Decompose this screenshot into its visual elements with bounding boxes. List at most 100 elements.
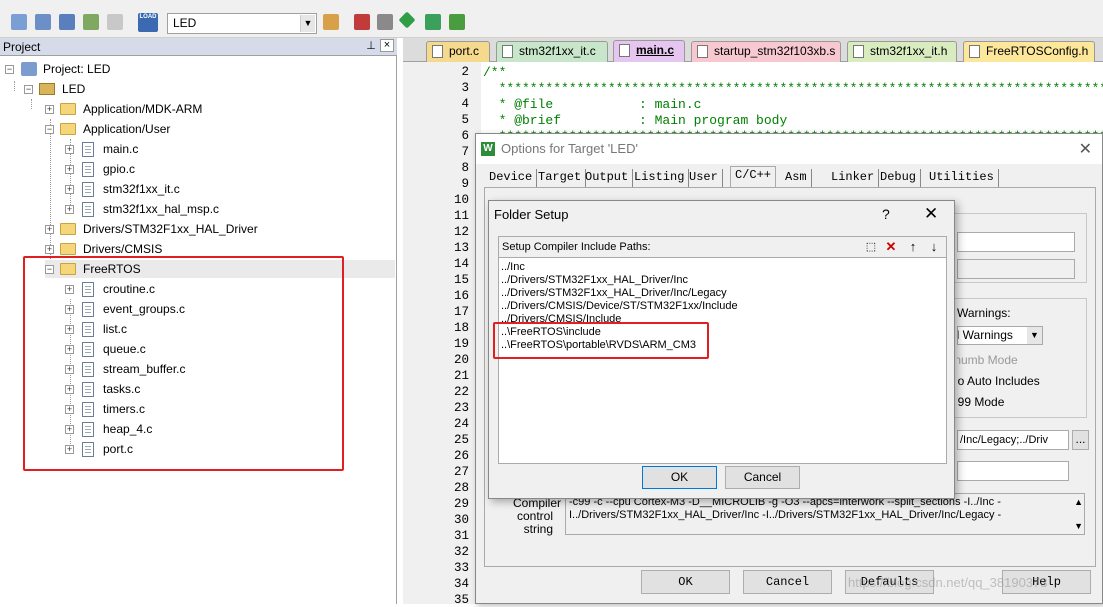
expand-icon[interactable]: + [45, 245, 54, 254]
tab-linker[interactable]: Linker [827, 169, 880, 187]
undefine-field[interactable] [957, 259, 1075, 279]
tab-user[interactable]: User [685, 169, 723, 187]
tab-listing[interactable]: Listing [630, 169, 690, 187]
rebuild-icon[interactable] [59, 14, 75, 30]
expand-icon[interactable]: + [65, 205, 74, 214]
expand-icon[interactable]: + [65, 165, 74, 174]
delete-icon[interactable]: ✕ [882, 239, 900, 256]
line-number: 24 [453, 417, 469, 431]
expand-icon[interactable]: + [45, 225, 54, 234]
code-line: * @brief : Main program body [483, 113, 788, 128]
tab-utilities[interactable]: Utilities [925, 169, 999, 187]
define-field[interactable] [957, 232, 1075, 252]
manage-components-icon[interactable] [354, 14, 370, 30]
collapse-icon[interactable]: − [45, 125, 54, 134]
include-path-item[interactable]: ../Drivers/STM32F1xx_HAL_Driver/Inc [501, 274, 688, 287]
scroll-up-icon[interactable]: ▲ [1074, 496, 1083, 509]
component-view-icon[interactable] [449, 14, 465, 30]
file-icon [82, 162, 94, 177]
file-icon [432, 45, 443, 58]
chevron-down-icon[interactable]: ▼ [1027, 327, 1042, 344]
tab-target[interactable]: Target [534, 169, 587, 187]
tree-label: stm32f1xx_it.c [103, 182, 180, 196]
options-ok-button[interactable]: OK [641, 570, 730, 594]
options-cancel-button[interactable]: Cancel [743, 570, 832, 594]
code-line: /** [483, 65, 507, 80]
file-icon [82, 182, 94, 197]
build-icon[interactable] [35, 14, 51, 30]
close-icon[interactable]: ✕ [1079, 139, 1092, 159]
include-paths-header: Setup Compiler Include Paths: ⬚ ✕ ↑ ↓ [498, 236, 947, 258]
tab-c-cpp[interactable]: C/C++ [730, 166, 777, 187]
tab-stm32f1xx-it-c[interactable]: stm32f1xx_it.c [496, 41, 608, 62]
tab-stm32f1xx-it-h[interactable]: stm32f1xx_it.h [847, 41, 957, 62]
move-up-icon[interactable]: ↑ [904, 239, 922, 256]
tab-main-c[interactable]: main.c [613, 40, 685, 62]
browse-button[interactable]: ... [1072, 430, 1089, 450]
expand-icon[interactable]: + [65, 185, 74, 194]
new-folder-icon[interactable]: ⬚ [862, 239, 880, 256]
tab-label: stm32f1xx_it.h [870, 44, 948, 58]
compiler-label: string [523, 522, 553, 536]
line-number: 32 [453, 545, 469, 559]
include-path-item[interactable]: ../Inc [501, 261, 525, 274]
tab-startup[interactable]: startup_stm32f103xb.s [691, 41, 841, 62]
tab-output[interactable]: Output [581, 169, 634, 187]
close-icon[interactable]: × [380, 39, 394, 52]
project-items-icon[interactable] [398, 11, 416, 29]
chevron-down-icon[interactable]: ▼ [300, 15, 315, 32]
dialog-title-bar: W Options for Target 'LED' ✕ [476, 134, 1102, 164]
close-icon[interactable]: ✕ [924, 204, 938, 224]
line-number: 5 [461, 113, 469, 127]
tree-label: Drivers/STM32F1xx_HAL_Driver [83, 222, 258, 236]
tab-device[interactable]: Device [485, 169, 538, 187]
warnings-select[interactable]: All Warnings ▼ [957, 326, 1043, 345]
project-pane: Project ⊥ × − Project: LED − LED + Appli… [0, 38, 397, 604]
move-down-icon[interactable]: ↓ [925, 239, 943, 256]
collapse-icon[interactable]: − [24, 85, 33, 94]
folder-ok-button[interactable]: OK [642, 466, 717, 489]
scroll-down-icon[interactable]: ▼ [1074, 520, 1083, 533]
download-icon[interactable]: LOAD [138, 13, 158, 32]
tree-label: LED [62, 82, 86, 96]
help-icon[interactable]: ? [882, 206, 890, 222]
expand-icon[interactable]: + [65, 145, 74, 154]
target-select[interactable]: LED ▼ [167, 13, 317, 34]
select-pack-icon[interactable] [377, 14, 393, 30]
pin-icon[interactable]: ⊥ [364, 39, 378, 52]
thumb-mode-label: Thumb Mode [957, 353, 1018, 367]
warnings-select-value: All Warnings [958, 328, 1013, 342]
tab-label: main.c [636, 43, 675, 57]
include-paths-field[interactable]: /Inc/Legacy;../Driv [957, 430, 1069, 450]
misc-controls-field[interactable] [957, 461, 1069, 481]
highlight-box [493, 322, 709, 359]
expand-icon[interactable]: + [45, 105, 54, 114]
include-paths-title: Setup Compiler Include Paths: [502, 241, 651, 253]
tab-port-c[interactable]: port.c [426, 41, 490, 62]
include-path-item[interactable]: ../Drivers/CMSIS/Device/ST/STM32F1xx/Inc… [501, 300, 738, 313]
dialog-title: Folder Setup [494, 207, 569, 222]
compiler-label: control [516, 509, 553, 523]
include-path-item[interactable]: ../Drivers/STM32F1xx_HAL_Driver/Inc/Lega… [501, 287, 727, 300]
stop-build-icon[interactable] [107, 14, 123, 30]
line-number: 27 [453, 465, 469, 479]
target-select-value: LED [173, 16, 197, 30]
folder-cancel-button[interactable]: Cancel [725, 466, 800, 489]
line-number: 29 [453, 497, 469, 511]
folder-icon [60, 243, 76, 255]
include-paths-list[interactable]: ../Inc ../Drivers/STM32F1xx_HAL_Driver/I… [498, 258, 947, 464]
warnings-label: Warnings: [957, 306, 1011, 320]
line-number: 35 [453, 593, 469, 607]
batch-build-icon[interactable] [83, 14, 99, 30]
pack-installer-icon[interactable] [425, 14, 441, 30]
tab-debug[interactable]: Debug [876, 169, 922, 187]
translate-icon[interactable] [11, 14, 27, 30]
target-options-icon[interactable] [323, 14, 339, 30]
collapse-icon[interactable]: − [5, 65, 14, 74]
line-number: 3 [461, 81, 469, 95]
folder-icon [60, 223, 76, 235]
tab-asm[interactable]: Asm [781, 169, 812, 187]
tab-freertosconfig-h[interactable]: FreeRTOSConfig.h [963, 41, 1095, 62]
line-number: 4 [461, 97, 469, 111]
watermark-text: https://blog.csdn.net/qq_38190373 [848, 575, 1048, 590]
